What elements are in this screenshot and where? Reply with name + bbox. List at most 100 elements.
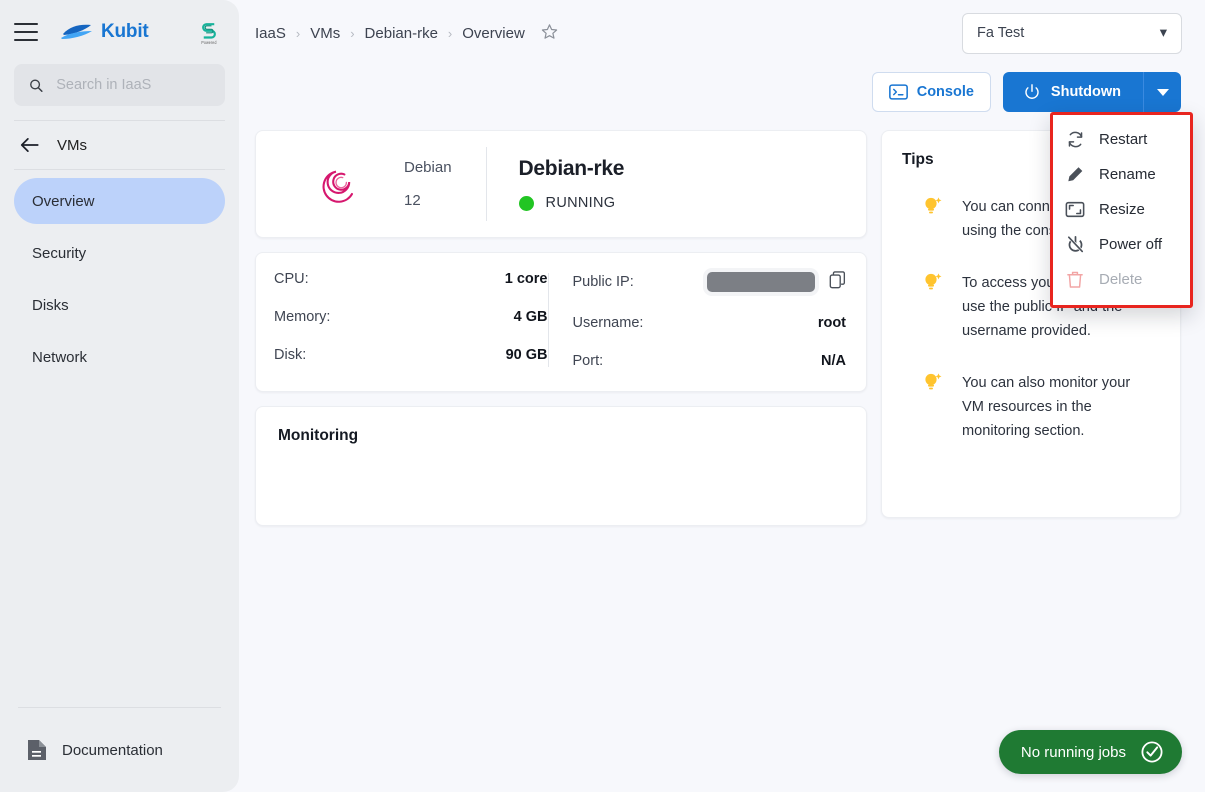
sidebar-item-documentation[interactable]: Documentation	[0, 722, 239, 778]
tenant-selector-value: Fa Test	[977, 25, 1025, 41]
status-badge: RUNNING	[518, 195, 625, 211]
documentation-label: Documentation	[62, 741, 163, 759]
arrow-left-icon	[20, 138, 39, 152]
menu-item-delete: Delete	[1053, 262, 1190, 297]
breadcrumb-item-vms[interactable]: VMs	[310, 25, 340, 42]
sidebar-item-security[interactable]: Security	[14, 230, 225, 276]
spec-key: Username:	[572, 315, 644, 331]
left-column: Debian 12 Debian-rke RUNNING CPU: 1 core…	[255, 130, 867, 526]
jobs-status-label: No running jobs	[1020, 743, 1126, 761]
lightbulb-icon	[925, 373, 942, 390]
shutdown-button-label: Shutdown	[1050, 84, 1121, 100]
chevron-down-icon	[1156, 89, 1169, 96]
spec-row-cpu: CPU: 1 core	[274, 271, 548, 287]
favorite-star-icon[interactable]	[541, 23, 558, 44]
spec-value: 4 GB	[513, 309, 548, 325]
sidebar-item-disks[interactable]: Disks	[14, 282, 225, 328]
specs-column-right: Public IP: Username: root Port: N/A	[549, 271, 847, 369]
terminal-icon	[888, 84, 908, 100]
spec-key: Port:	[572, 353, 604, 369]
menu-item-label: Delete	[1099, 271, 1143, 288]
monitoring-card: Monitoring	[255, 406, 867, 526]
distro-version: 12	[404, 192, 421, 209]
vm-summary-card: Debian 12 Debian-rke RUNNING	[255, 130, 867, 238]
breadcrumb-separator: ›	[295, 25, 301, 41]
spec-key: Memory:	[274, 309, 331, 325]
monitoring-title: Monitoring	[278, 427, 359, 444]
shutdown-dropdown-toggle[interactable]	[1143, 72, 1181, 112]
sidebar-search-wrapper	[0, 64, 239, 106]
menu-item-restart[interactable]: Restart	[1053, 122, 1190, 157]
page-title: Debian-rke	[518, 157, 625, 180]
document-icon	[28, 740, 46, 760]
menu-item-label: Rename	[1099, 166, 1156, 183]
breadcrumb: IaaS › VMs › Debian-rke › Overview	[255, 23, 558, 44]
console-button[interactable]: Console	[871, 72, 991, 112]
spec-row-public-ip: Public IP:	[573, 271, 847, 293]
lightbulb-icon	[925, 273, 942, 290]
sidebar: Kubit Powered Search in IaaS VMs Overvie…	[0, 0, 239, 792]
breadcrumb-separator: ›	[447, 25, 453, 41]
boat-icon	[61, 24, 92, 39]
sidebar-item-label: Disks	[32, 296, 69, 314]
menu-item-rename[interactable]: Rename	[1053, 157, 1190, 192]
tenant-selector[interactable]: Fa Test ▾	[962, 12, 1182, 54]
menu-item-power-off[interactable]: Power off	[1053, 227, 1190, 262]
tip-text: You can also monitor your VM resources i…	[962, 375, 1131, 439]
shutdown-button-group[interactable]: Shutdown	[1002, 72, 1181, 112]
main-area: IaaS › VMs › Debian-rke › Overview Fa Te…	[239, 0, 1205, 792]
breadcrumb-item-iaas[interactable]: IaaS	[255, 25, 286, 42]
distro-logo	[256, 153, 366, 215]
spec-key: CPU:	[274, 271, 309, 287]
partner-logo-caption: Powered	[201, 40, 217, 45]
shutdown-button[interactable]: Shutdown	[1002, 72, 1143, 112]
check-circle-icon	[1141, 741, 1163, 763]
pencil-icon	[1065, 165, 1085, 184]
topbar: IaaS › VMs › Debian-rke › Overview Fa Te…	[239, 0, 1205, 66]
brand-logo[interactable]: Kubit	[60, 21, 149, 43]
debian-swirl-icon	[322, 170, 354, 203]
sidebar-footer: Documentation	[0, 707, 239, 792]
menu-item-label: Power off	[1099, 236, 1163, 253]
sidebar-header: Kubit Powered	[0, 0, 239, 64]
vm-specs-card: CPU: 1 core Memory: 4 GB Disk: 90 GB Pub…	[255, 252, 867, 392]
spec-value: 1 core	[504, 271, 548, 287]
restart-icon	[1065, 130, 1085, 149]
breadcrumb-item-overview[interactable]: Overview	[462, 25, 525, 42]
breadcrumb-separator: ›	[350, 25, 355, 41]
app-root: Kubit Powered Search in IaaS VMs Overvie…	[0, 0, 1205, 792]
public-ip-masked-value	[707, 272, 815, 292]
vm-identity: Debian-rke RUNNING	[487, 157, 625, 211]
search-icon	[30, 78, 43, 92]
vm-actions-dropdown-menu[interactable]: Restart Rename Resize Power off Delete	[1050, 112, 1193, 308]
menu-item-label: Resize	[1099, 201, 1145, 218]
search-input[interactable]	[54, 76, 211, 94]
spec-key: Disk:	[274, 347, 307, 363]
hamburger-menu-icon[interactable]	[14, 23, 38, 41]
spec-key: Public IP:	[572, 274, 634, 290]
breadcrumb-item-debian-rke[interactable]: Debian-rke	[365, 25, 438, 42]
copy-icon[interactable]	[829, 271, 846, 293]
sidebar-nav: Overview Security Disks Network	[0, 170, 239, 380]
search-box[interactable]	[14, 64, 225, 106]
console-button-label: Console	[916, 84, 974, 100]
sidebar-divider-bottom	[18, 707, 221, 708]
resize-icon	[1065, 200, 1085, 219]
chevron-down-icon: ▾	[1159, 25, 1167, 41]
spec-value: N/A	[821, 353, 846, 369]
jobs-status-badge[interactable]: No running jobs	[998, 730, 1182, 774]
power-off-icon	[1065, 235, 1085, 254]
distro-meta: Debian 12	[366, 159, 452, 209]
trash-icon	[1065, 270, 1085, 289]
action-bar: Console Shutdown	[239, 66, 1205, 118]
menu-item-resize[interactable]: Resize	[1053, 192, 1190, 227]
distro-name: Debian	[404, 159, 452, 176]
sidebar-item-network[interactable]: Network	[14, 334, 225, 380]
sidebar-item-overview[interactable]: Overview	[14, 178, 225, 224]
status-dot-icon	[518, 195, 534, 211]
sidebar-back-to-vms[interactable]: VMs	[0, 121, 239, 169]
spec-row-username: Username: root	[573, 315, 847, 331]
menu-item-label: Restart	[1099, 131, 1148, 148]
partner-logo[interactable]: Powered	[199, 20, 219, 45]
sidebar-back-label: VMs	[57, 136, 87, 154]
